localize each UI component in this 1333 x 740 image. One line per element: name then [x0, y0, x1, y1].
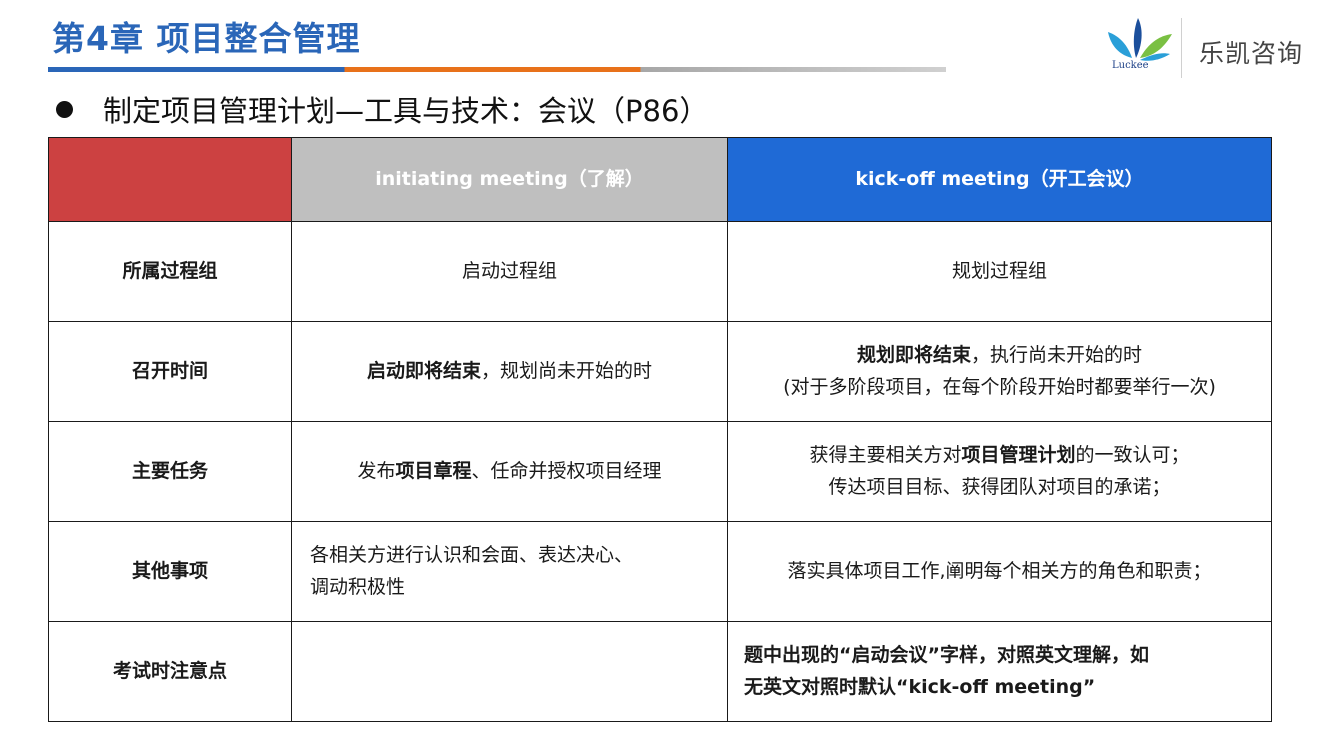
- kickoff-timing-line1: 规划即将结束，执行尚未开始的时: [729, 340, 1270, 371]
- initiating-other-line2: 调动积极性: [310, 575, 406, 598]
- header-kickoff-meeting: kick-off meeting（开工会议）: [727, 137, 1272, 222]
- cell-initiating-main-tasks: 发布项目章程、任命并授权项目经理: [291, 421, 728, 522]
- initiating-tasks-pre: 发布: [357, 459, 396, 482]
- kickoff-tasks-line1-bold: 项目管理计划: [961, 444, 1076, 467]
- header-initiating-meeting: initiating meeting（了解）: [291, 137, 728, 222]
- kickoff-tasks-line1: 获得主要相关方对项目管理计划的一致认可；: [729, 440, 1270, 471]
- chapter-title: 第4章 项目整合管理: [52, 19, 361, 58]
- table-row-other-items: 其他事项 各相关方进行认识和会面、表达决心、 调动积极性 落实具体项目工作,阐明每…: [48, 521, 1272, 622]
- cell-kickoff-other-items: 落实具体项目工作,阐明每个相关方的角色和职责；: [727, 521, 1272, 622]
- initiating-tasks-bold: 项目章程: [395, 459, 472, 482]
- kickoff-exam-line1: 题中出现的“启动会议”字样，对照英文理解，如: [744, 644, 1149, 667]
- cell-kickoff-process-group: 规划过程组: [727, 221, 1272, 322]
- cell-initiating-timing: 启动即将结束，规划尚未开始的时: [291, 321, 728, 422]
- meeting-comparison-table: initiating meeting（了解） kick-off meeting（…: [48, 137, 1272, 722]
- header-corner-cell: [48, 137, 292, 222]
- company-name: 乐凯咨询: [1199, 39, 1304, 68]
- kickoff-timing-bold: 规划即将结束: [856, 344, 971, 367]
- table-row-timing: 召开时间 启动即将结束，规划尚未开始的时 规划即将结束，执行尚未开始的时 (对于多…: [48, 321, 1272, 422]
- logo-divider: [1181, 18, 1182, 78]
- initiating-tasks-post: 、任命并授权项目经理: [471, 459, 662, 482]
- cell-kickoff-main-tasks: 获得主要相关方对项目管理计划的一致认可； 传达项目目标、获得团队对项目的承诺；: [727, 421, 1272, 522]
- logo-text: Luckee: [1112, 60, 1149, 71]
- bullet-icon: [56, 100, 73, 118]
- row-label-other-items: 其他事项: [48, 521, 292, 622]
- table-row-main-tasks: 主要任务 发布项目章程、任命并授权项目经理 获得主要相关方对项目管理计划的一致认…: [48, 421, 1272, 522]
- row-label-process-group: 所属过程组: [48, 221, 292, 322]
- table-row-process-group: 所属过程组 启动过程组 规划过程组: [48, 221, 1272, 322]
- kickoff-tasks-line2: 传达项目目标、获得团队对项目的承诺；: [828, 475, 1171, 498]
- logo-leaf-left: [1108, 32, 1132, 58]
- row-label-main-tasks: 主要任务: [48, 421, 292, 522]
- subtitle-text: 制定项目管理计划—工具与技术：会议（P86）: [103, 94, 709, 128]
- cell-kickoff-timing: 规划即将结束，执行尚未开始的时 (对于多阶段项目，在每个阶段开始时都要举行一次): [727, 321, 1272, 422]
- row-label-exam-notes: 考试时注意点: [48, 621, 292, 722]
- kickoff-tasks-line1-post: 的一致认可；: [1075, 444, 1190, 467]
- row-label-timing: 召开时间: [48, 321, 292, 422]
- title-underline: [48, 67, 946, 72]
- initiating-timing-rest: ，规划尚未开始的时: [481, 359, 653, 382]
- kickoff-timing-note: (对于多阶段项目，在每个阶段开始时都要举行一次): [783, 375, 1216, 398]
- cell-initiating-other-items: 各相关方进行认识和会面、表达决心、 调动积极性: [291, 521, 728, 622]
- kickoff-tasks-line1-pre: 获得主要相关方对: [809, 444, 962, 467]
- cell-initiating-process-group: 启动过程组: [291, 221, 728, 322]
- kickoff-exam-line2: 无英文对照时默认“kick-off meeting”: [744, 675, 1096, 698]
- kickoff-timing-rest: ，执行尚未开始的时: [971, 344, 1143, 367]
- cell-initiating-exam-notes: [291, 621, 728, 722]
- cell-kickoff-exam-notes: 题中出现的“启动会议”字样，对照英文理解，如 无英文对照时默认“kick-off …: [727, 621, 1272, 722]
- table-row-exam-notes: 考试时注意点 题中出现的“启动会议”字样，对照英文理解，如 无英文对照时默认“ki…: [48, 621, 1272, 722]
- initiating-other-line1: 各相关方进行认识和会面、表达决心、: [310, 544, 634, 567]
- table-header-row: initiating meeting（了解） kick-off meeting（…: [48, 137, 1272, 222]
- logo-leaf-center: [1133, 18, 1142, 58]
- initiating-timing-bold: 启动即将结束: [366, 359, 481, 382]
- slide-subtitle: 制定项目管理计划—工具与技术：会议（P86）: [56, 88, 708, 130]
